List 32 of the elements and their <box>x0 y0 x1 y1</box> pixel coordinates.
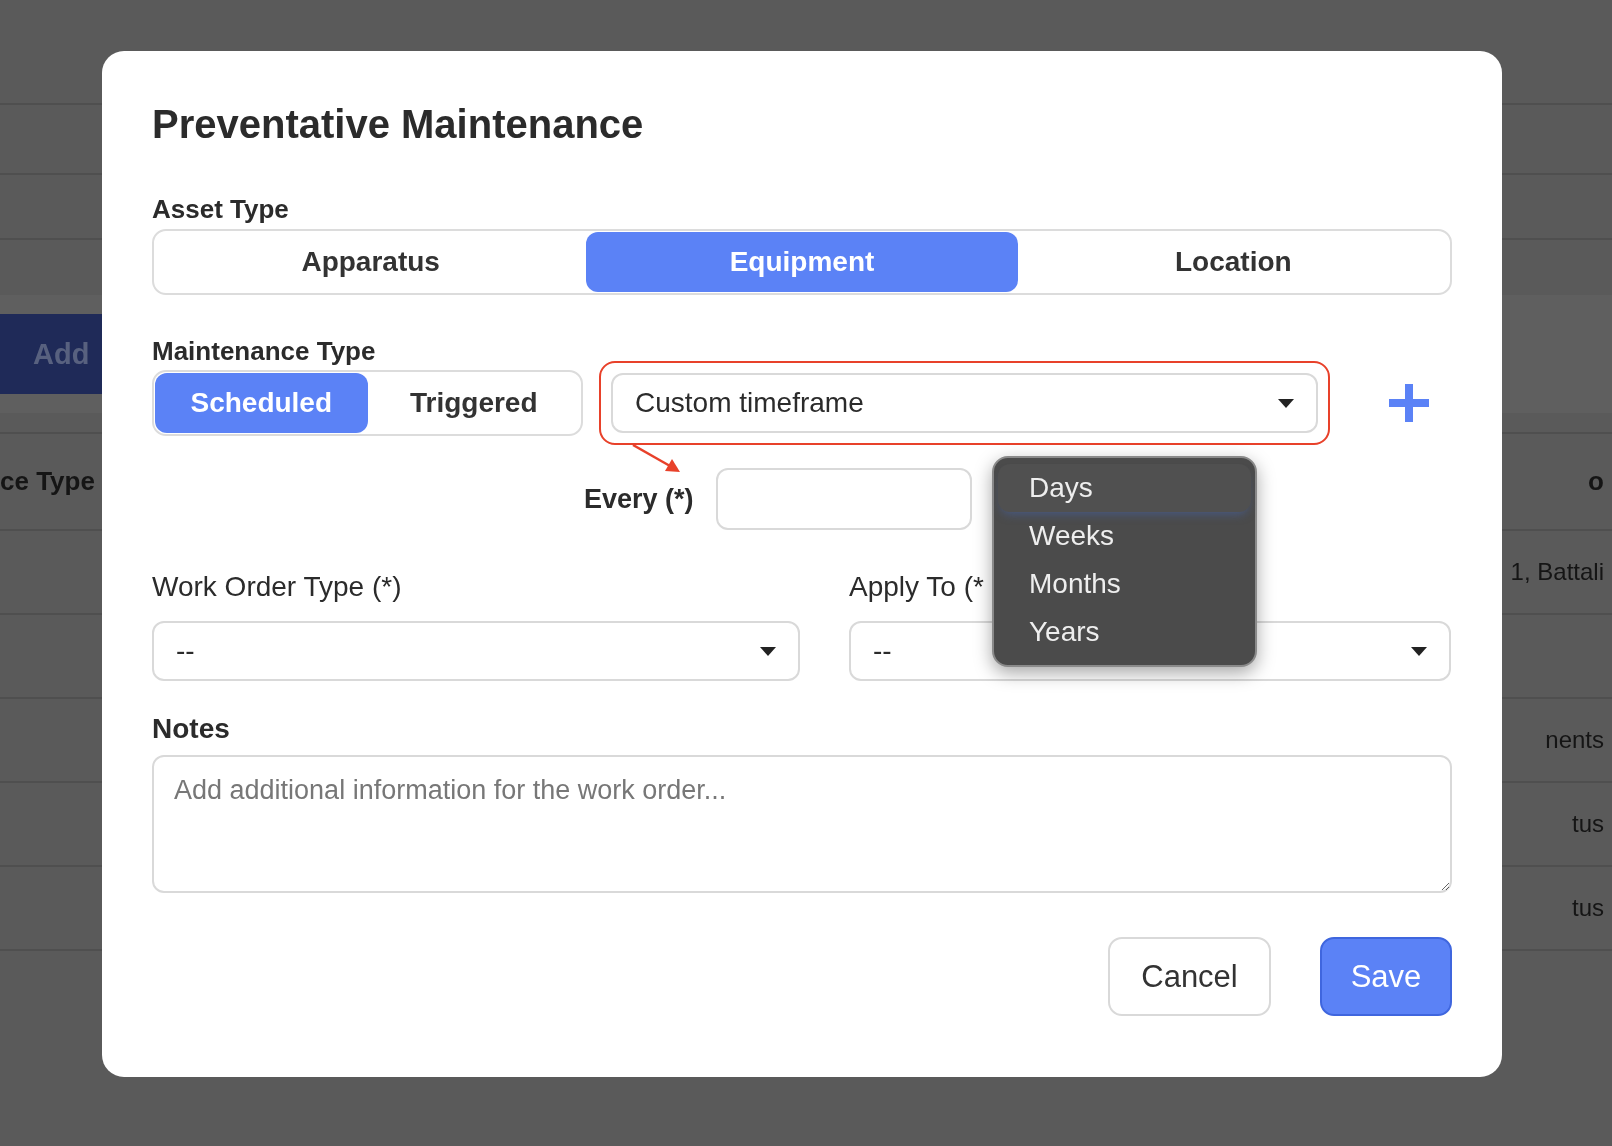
segment-tab[interactable]: Equipment <box>586 232 1018 292</box>
schedule-select[interactable]: Custom timeframe <box>611 373 1318 433</box>
segment-tab[interactable]: Apparatus <box>155 232 587 292</box>
segment-tab[interactable]: Scheduled <box>155 373 368 433</box>
field-label: Notes <box>152 713 231 745</box>
caret-icon <box>1411 646 1427 656</box>
column-header: ce Type <box>0 466 95 497</box>
table-cell-text: nents <box>1545 726 1605 754</box>
field-label: Asset Type <box>152 193 290 225</box>
save-button[interactable]: Save <box>1320 937 1452 1016</box>
cancel-button[interactable]: Cancel <box>1108 937 1271 1016</box>
table-cell-text: tus <box>1572 810 1605 838</box>
menu-item[interactable]: Days <box>998 464 1251 512</box>
caret-icon <box>1278 398 1294 408</box>
field-label: Apply To (* <box>849 570 984 604</box>
menu-item[interactable]: Years <box>998 608 1251 656</box>
column-header: o <box>1588 466 1605 497</box>
menu-item[interactable]: Weeks <box>998 512 1251 560</box>
table-cell-text: tus <box>1572 894 1605 922</box>
field-label: Every (*) <box>584 483 694 515</box>
input-field[interactable] <box>715 468 972 530</box>
work-order-type-select[interactable]: -- <box>152 621 800 681</box>
caret-icon <box>760 646 776 656</box>
segment-tab[interactable]: Triggered <box>367 373 580 433</box>
plus-icon[interactable] <box>1389 384 1429 422</box>
menu-item[interactable]: Months <box>998 560 1251 608</box>
segment-tab[interactable]: Location <box>1017 232 1449 292</box>
dialog-title: Preventative Maintenance <box>152 101 645 148</box>
table-cell-text: 1, Battali <box>1510 558 1605 586</box>
notes-field[interactable]: Add additional information for the work order... <box>152 755 1452 893</box>
field-label: Maintenance Type <box>152 335 377 367</box>
field-label: Work Order Type (*) <box>152 570 402 604</box>
